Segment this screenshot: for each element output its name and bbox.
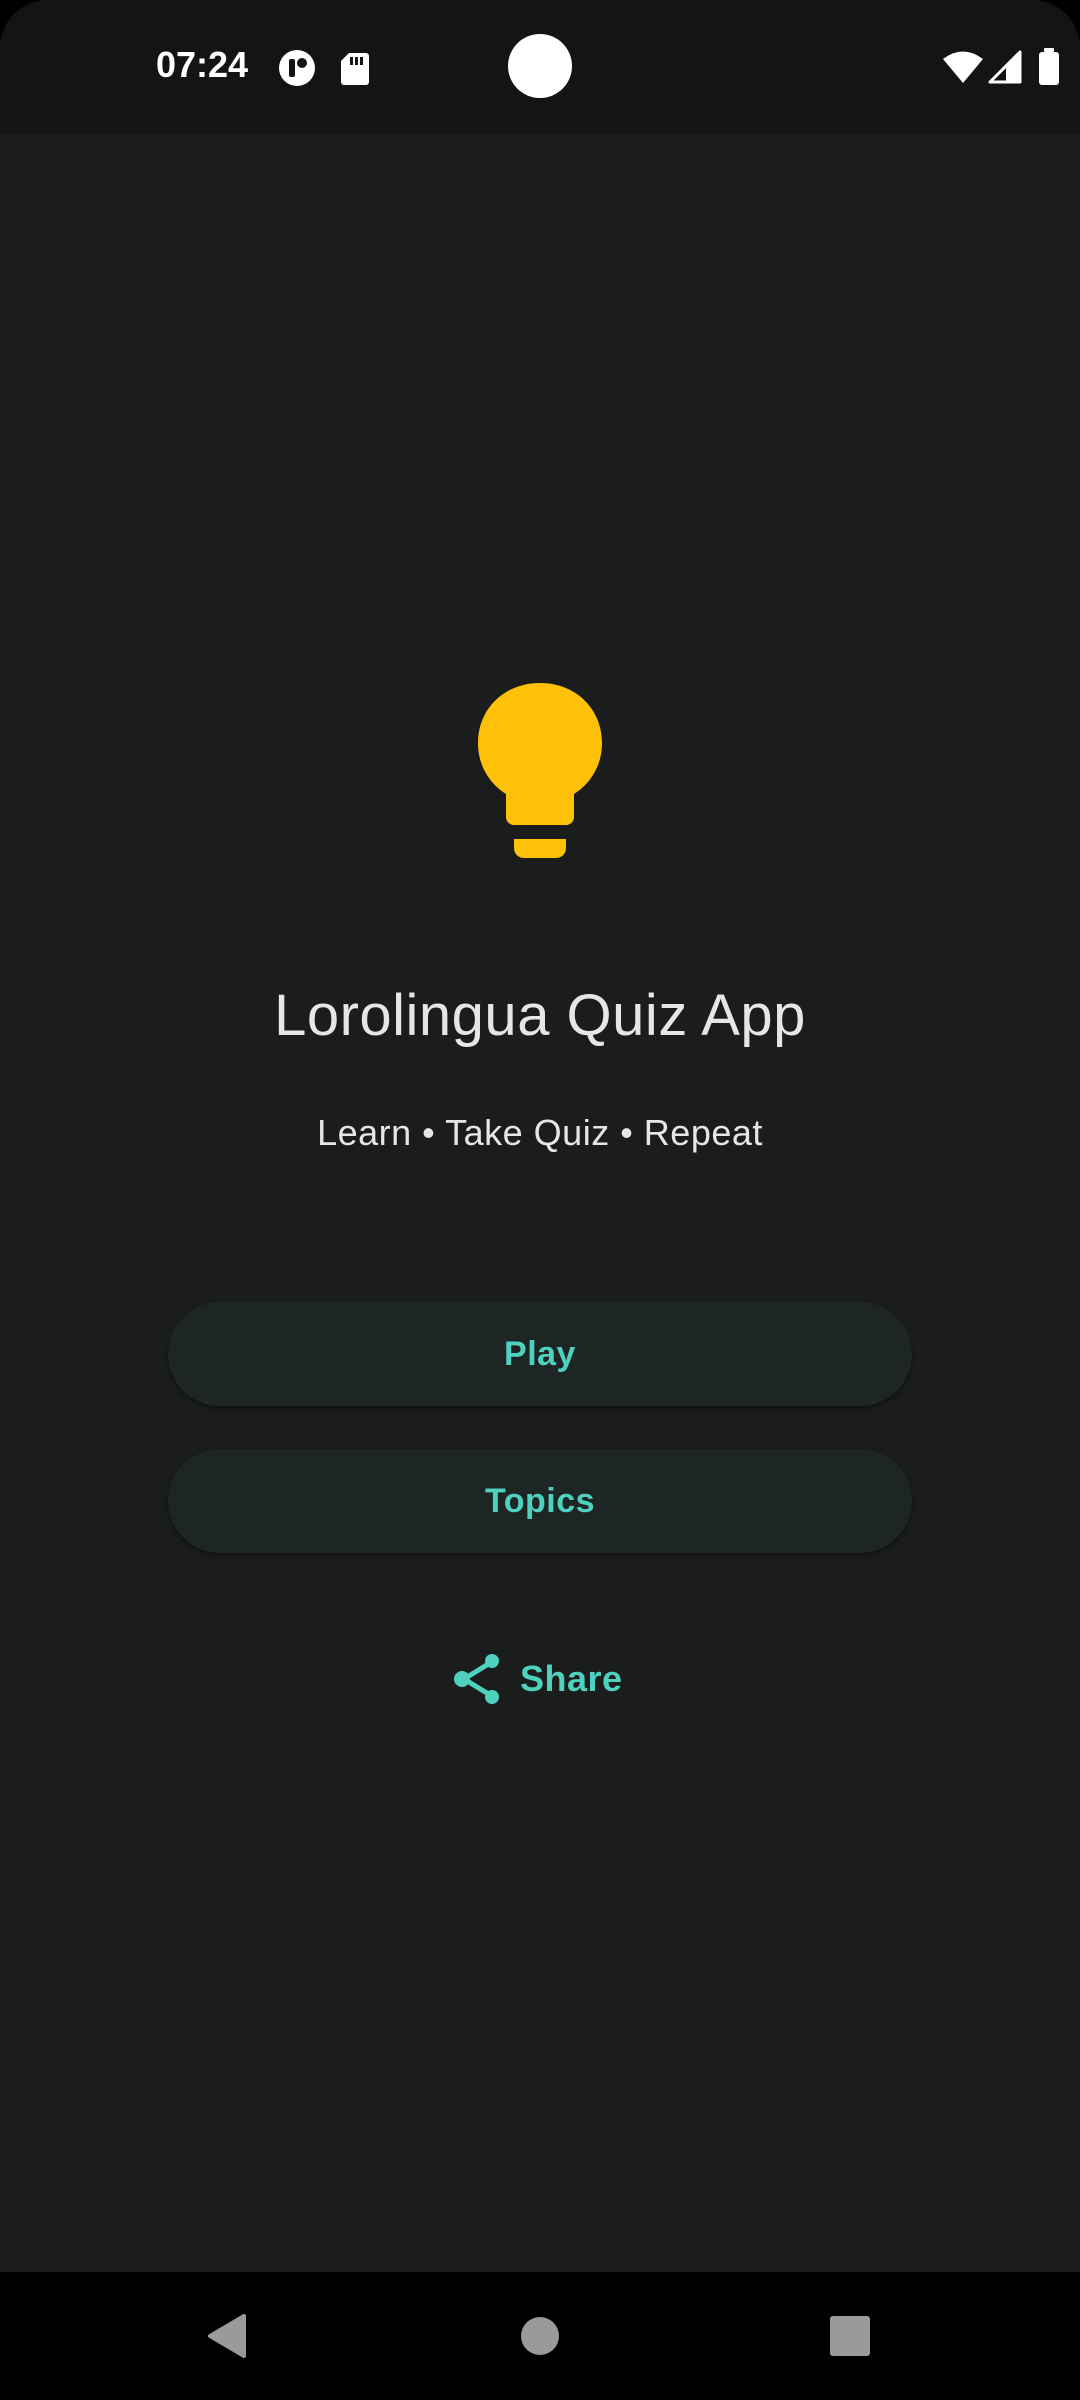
share-button-label: Share: [520, 1658, 623, 1699]
play-button[interactable]: Play: [168, 1302, 912, 1406]
cast-record-icon: [278, 49, 318, 92]
recents-button[interactable]: [770, 2272, 930, 2400]
topics-button-label: Topics: [484, 1481, 596, 1520]
share-icon: [454, 1654, 499, 1704]
app-screen: 07:24 Lorolingua Quiz App Learn • Take Q…: [0, 0, 1080, 2400]
cellular-signal-icon: [988, 50, 1022, 89]
battery-icon: [1038, 48, 1060, 91]
app-tagline: Learn • Take Quiz • Repeat: [317, 1112, 763, 1153]
play-button-label: Play: [504, 1334, 576, 1373]
home-button[interactable]: [460, 2272, 620, 2400]
lightbulb-icon: [474, 680, 606, 862]
share-button[interactable]: Share: [450, 1646, 640, 1712]
back-icon: [208, 2314, 246, 2358]
camera-cutout: [508, 34, 572, 98]
navigation-bar: [0, 2272, 1080, 2400]
recents-icon: [830, 2316, 870, 2356]
status-bar: 07:24: [0, 0, 1080, 134]
app-title: Lorolingua Quiz App: [274, 983, 806, 1048]
home-icon: [521, 2317, 559, 2355]
back-button[interactable]: [146, 2272, 306, 2400]
wifi-icon: [942, 50, 984, 89]
sd-card-icon: [340, 52, 370, 91]
status-time: 07:24: [156, 44, 249, 85]
topics-button[interactable]: Topics: [168, 1449, 912, 1553]
